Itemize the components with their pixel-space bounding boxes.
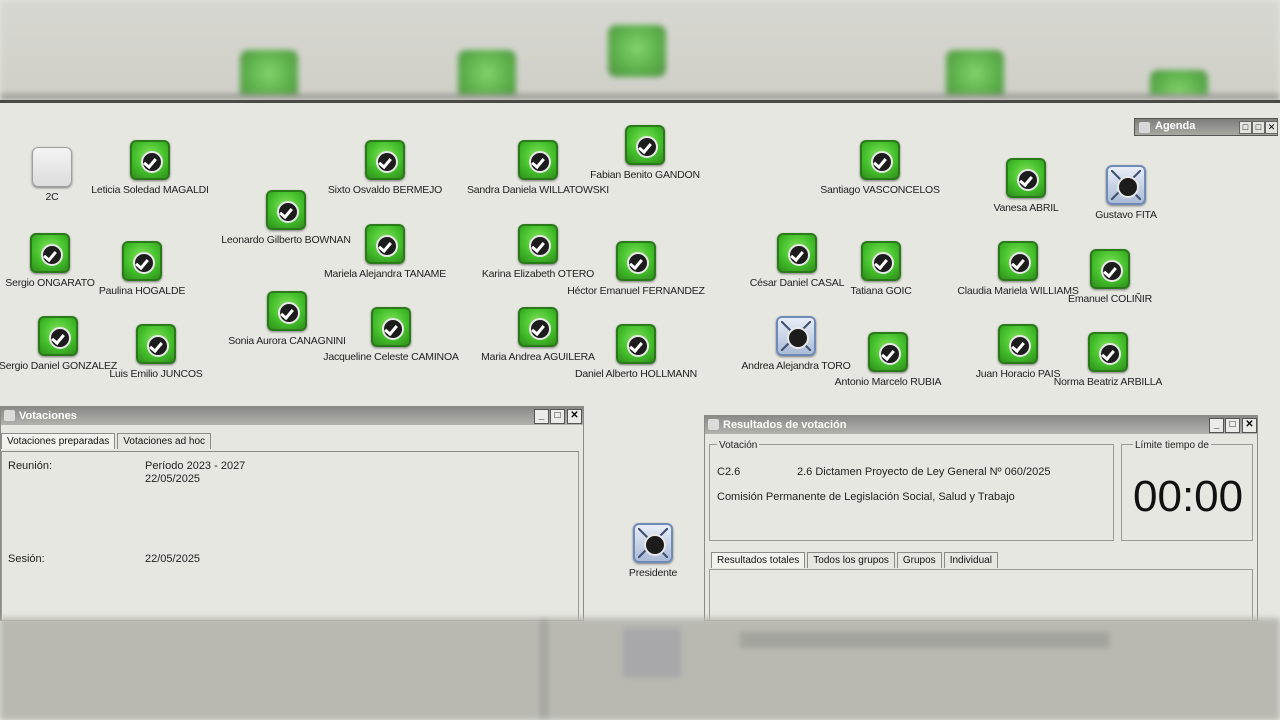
maximize-button[interactable]: □ <box>1225 418 1240 433</box>
resultados-tabs: Resultados totales Todos los grupos Grup… <box>711 552 1000 568</box>
vote-yes-icon <box>365 224 405 264</box>
vote-yes-icon <box>371 307 411 347</box>
vote-yes-icon <box>861 241 901 281</box>
commission-name: Comisión Permanente de Legislación Socia… <box>717 491 1015 503</box>
delegate-name: Norma Beatriz ARBILLA <box>1053 376 1163 388</box>
delegate-name: Héctor Emanuel FERNANDEZ <box>567 285 705 297</box>
tab-votaciones-ad-hoc[interactable]: Votaciones ad hoc <box>117 433 212 449</box>
vote-yes-icon <box>868 332 908 372</box>
vote-yes-icon <box>616 324 656 364</box>
tab-grupos[interactable]: Grupos <box>896 552 942 568</box>
delegate-name: Luis Emilio JUNCOS <box>109 368 203 380</box>
delegate-name: Fabian Benito GANDON <box>590 169 700 181</box>
delegate-seat[interactable]: Paulina HOGALDE <box>52 241 232 297</box>
voting-app-window: Agenda □ □ ✕ 2C Leticia Soledad MAGALDI … <box>0 100 1280 621</box>
delegate-seat[interactable]: Héctor Emanuel FERNANDEZ <box>546 241 726 297</box>
vote-yes-icon <box>122 241 162 281</box>
agenda-icon <box>1139 122 1150 133</box>
votaciones-tabs: Votaciones preparadas Votaciones ad hoc <box>1 433 213 449</box>
delegate-name: Sandra Daniela WILLATOWSKI <box>466 184 610 196</box>
blurred-icon <box>608 25 666 77</box>
background-window-top <box>0 0 1280 100</box>
vote-yes-icon <box>625 125 665 165</box>
votaciones-title: Votaciones <box>19 410 77 422</box>
tab-todos-los-grupos[interactable]: Todos los grupos <box>807 552 895 568</box>
sesion-label: Sesión: <box>8 553 45 565</box>
tab-resultados-totales[interactable]: Resultados totales <box>711 552 806 568</box>
vote-yes-icon <box>1088 332 1128 372</box>
maximize-button[interactable]: □ <box>1252 121 1265 134</box>
vote-abstain-icon <box>1106 165 1146 205</box>
restore-button[interactable]: □ <box>1239 121 1252 134</box>
presidente-icon <box>633 523 673 563</box>
resultados-content <box>709 569 1253 621</box>
window-icon <box>708 419 719 430</box>
vote-yes-icon <box>136 324 176 364</box>
reunion-date: 22/05/2025 <box>145 473 201 485</box>
votacion-code: C2.6 <box>717 466 741 478</box>
blurred-icon <box>458 50 516 100</box>
blurred-icon <box>240 50 298 100</box>
reunion-period: Período 2023 - 2027 <box>145 460 246 472</box>
blurred-icon <box>622 628 682 678</box>
maximize-button[interactable]: □ <box>550 409 565 424</box>
countdown-timer: 00:00 <box>1133 472 1244 521</box>
window-icon <box>4 410 15 421</box>
delegate-seat[interactable]: Fabian Benito GANDON <box>555 125 735 181</box>
votaciones-panel: Votaciones _ □ ✕ Votaciones preparadas V… <box>0 406 584 621</box>
time-limit-label: Límite tiempo de <box>1133 440 1211 451</box>
close-button[interactable]: ✕ <box>1242 418 1257 433</box>
close-button[interactable]: ✕ <box>1265 121 1278 134</box>
blurred-text-line <box>740 632 1110 648</box>
delegate-seat[interactable]: Gustavo FITA <box>1036 165 1216 221</box>
minimize-button[interactable]: _ <box>534 409 549 424</box>
background-window-bottom <box>0 618 1280 720</box>
delegate-seat[interactable]: Daniel Alberto HOLLMANN <box>546 324 726 380</box>
resultados-panel: Resultados de votación _ □ ✕ Votación C2… <box>704 415 1258 621</box>
tab-votaciones-preparadas[interactable]: Votaciones preparadas <box>1 433 116 449</box>
tab-individual[interactable]: Individual <box>943 552 998 568</box>
resultados-titlebar: Resultados de votación _ □ ✕ <box>705 416 1257 434</box>
delegate-seat[interactable]: Norma Beatriz ARBILLA <box>1018 332 1198 388</box>
delegate-name: Daniel Alberto HOLLMANN <box>574 368 698 380</box>
vote-yes-icon <box>365 140 405 180</box>
close-button[interactable]: ✕ <box>567 409 582 424</box>
vote-yes-icon <box>860 140 900 180</box>
votaciones-titlebar: Votaciones _ □ ✕ <box>1 407 583 425</box>
blurred-icon <box>946 50 1004 100</box>
blurred-divider <box>540 618 548 720</box>
votacion-label: Votación <box>717 440 760 451</box>
agenda-window-bar[interactable]: Agenda □ □ ✕ <box>1134 118 1278 136</box>
agenda-title: Agenda <box>1155 120 1196 132</box>
delegate-seat[interactable]: Leticia Soledad MAGALDI <box>60 140 240 196</box>
delegate-name: Gustavo FITA <box>1095 209 1157 221</box>
votaciones-content <box>1 451 579 621</box>
vote-yes-icon <box>1090 249 1130 289</box>
vote-yes-icon <box>518 140 558 180</box>
sesion-date: 22/05/2025 <box>145 553 201 565</box>
minimize-button[interactable]: _ <box>1209 418 1224 433</box>
delegate-seat[interactable]: Emanuel COLIÑIR <box>1020 249 1200 305</box>
reunion-label: Reunión: <box>8 460 53 472</box>
votacion-description: 2.6 Dictamen Proyecto de Ley General Nº … <box>797 466 1051 478</box>
resultados-title: Resultados de votación <box>723 419 847 431</box>
vote-yes-icon <box>130 140 170 180</box>
delegate-name: Emanuel COLIÑIR <box>1068 293 1152 305</box>
vote-yes-icon <box>616 241 656 281</box>
